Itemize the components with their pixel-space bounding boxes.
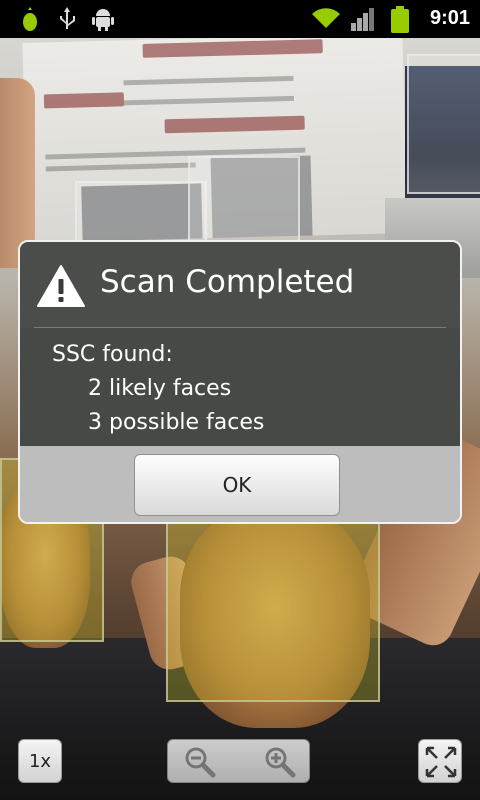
fit-to-screen-button[interactable]	[418, 739, 462, 783]
status-bar: 9:01	[0, 0, 480, 38]
ok-button[interactable]: OK	[134, 454, 340, 516]
signal-icon	[351, 8, 374, 31]
android-debug-icon	[92, 9, 114, 31]
usb-icon	[60, 7, 75, 29]
likely-face-box[interactable]	[166, 508, 380, 702]
possible-faces-count: 3 possible faces	[88, 410, 265, 435]
zoom-out-icon[interactable]	[184, 746, 216, 778]
zoom-level-button[interactable]: 1x	[18, 739, 62, 783]
wifi-icon	[312, 8, 340, 28]
dialog-button-bar: OK	[20, 446, 460, 522]
battery-icon	[391, 6, 409, 33]
dialog-title: Scan Completed	[100, 264, 355, 300]
warning-icon	[37, 265, 85, 307]
fit-to-screen-icon	[425, 746, 457, 778]
possible-face-box[interactable]	[407, 54, 480, 194]
zoom-controls	[167, 739, 310, 783]
torch-icon	[23, 7, 37, 31]
zoom-in-icon[interactable]	[264, 746, 296, 778]
scan-result-dialog: Scan Completed SSC found: 2 likely faces…	[18, 240, 462, 524]
possible-face-box[interactable]	[188, 156, 300, 250]
dialog-message: SSC found: 2 likely faces 3 possible fac…	[20, 328, 460, 446]
dialog-header: Scan Completed	[20, 242, 460, 328]
message-heading: SSC found:	[52, 342, 173, 367]
status-time: 9:01	[429, 7, 470, 29]
likely-faces-count: 2 likely faces	[88, 376, 232, 401]
